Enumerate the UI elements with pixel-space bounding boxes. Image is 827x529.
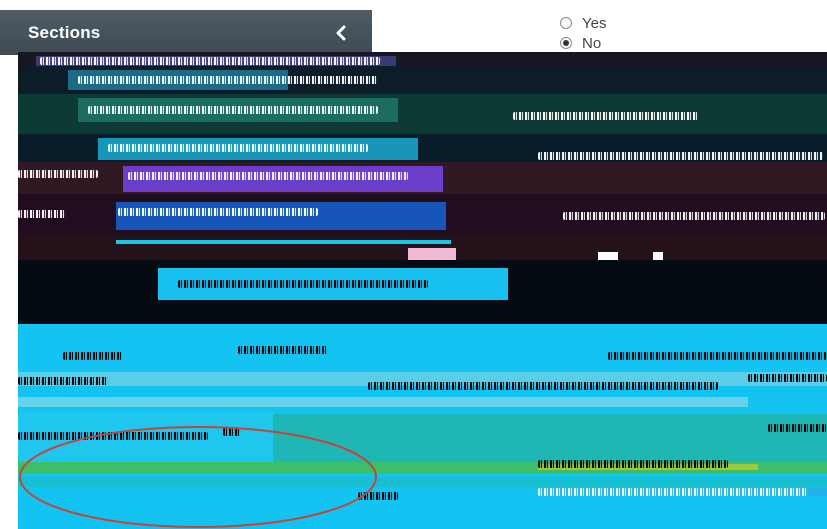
glitch-block	[18, 477, 827, 487]
glitch-text	[538, 460, 728, 468]
glitch-text	[18, 377, 108, 385]
glitch-text	[768, 424, 827, 432]
radio-option-no[interactable]: No	[560, 34, 606, 52]
glitch-text	[563, 212, 825, 220]
glitch-text	[88, 106, 378, 114]
glitch-block	[18, 397, 748, 407]
glitch-text	[78, 76, 378, 84]
glitch-block	[273, 414, 827, 462]
glitch-text	[223, 428, 241, 436]
glitch-text	[18, 210, 66, 218]
glitch-text	[18, 432, 208, 440]
glitch-text	[358, 492, 398, 500]
glitch-text	[538, 488, 808, 496]
glitch-text	[238, 346, 328, 354]
corrupted-content-area	[18, 52, 827, 529]
radio-yes-label: Yes	[582, 14, 607, 32]
glitch-text	[63, 352, 123, 360]
page: Sections Yes No	[0, 0, 827, 529]
sidebar-header: Sections	[0, 10, 372, 55]
radio-option-yes[interactable]: Yes	[560, 14, 606, 32]
glitch-block	[116, 202, 446, 230]
glitch-text	[538, 152, 823, 160]
yes-no-radio-group: Yes No	[560, 14, 606, 54]
chevron-left-icon[interactable]	[328, 20, 354, 46]
glitch-text	[40, 57, 380, 65]
radio-no-label: No	[582, 34, 602, 52]
radio-no[interactable]	[560, 37, 572, 49]
glitch-text	[513, 112, 698, 120]
sidebar-title: Sections	[28, 22, 101, 42]
glitch-text	[118, 208, 318, 216]
glitch-text	[18, 170, 98, 178]
glitch-text	[608, 352, 827, 360]
glitch-text	[748, 374, 827, 382]
glitch-text	[178, 280, 428, 288]
glitch-text	[128, 172, 408, 180]
glitch-block	[116, 240, 451, 244]
glitch-text	[368, 382, 718, 390]
glitch-text	[108, 144, 368, 152]
radio-yes[interactable]	[560, 17, 572, 29]
